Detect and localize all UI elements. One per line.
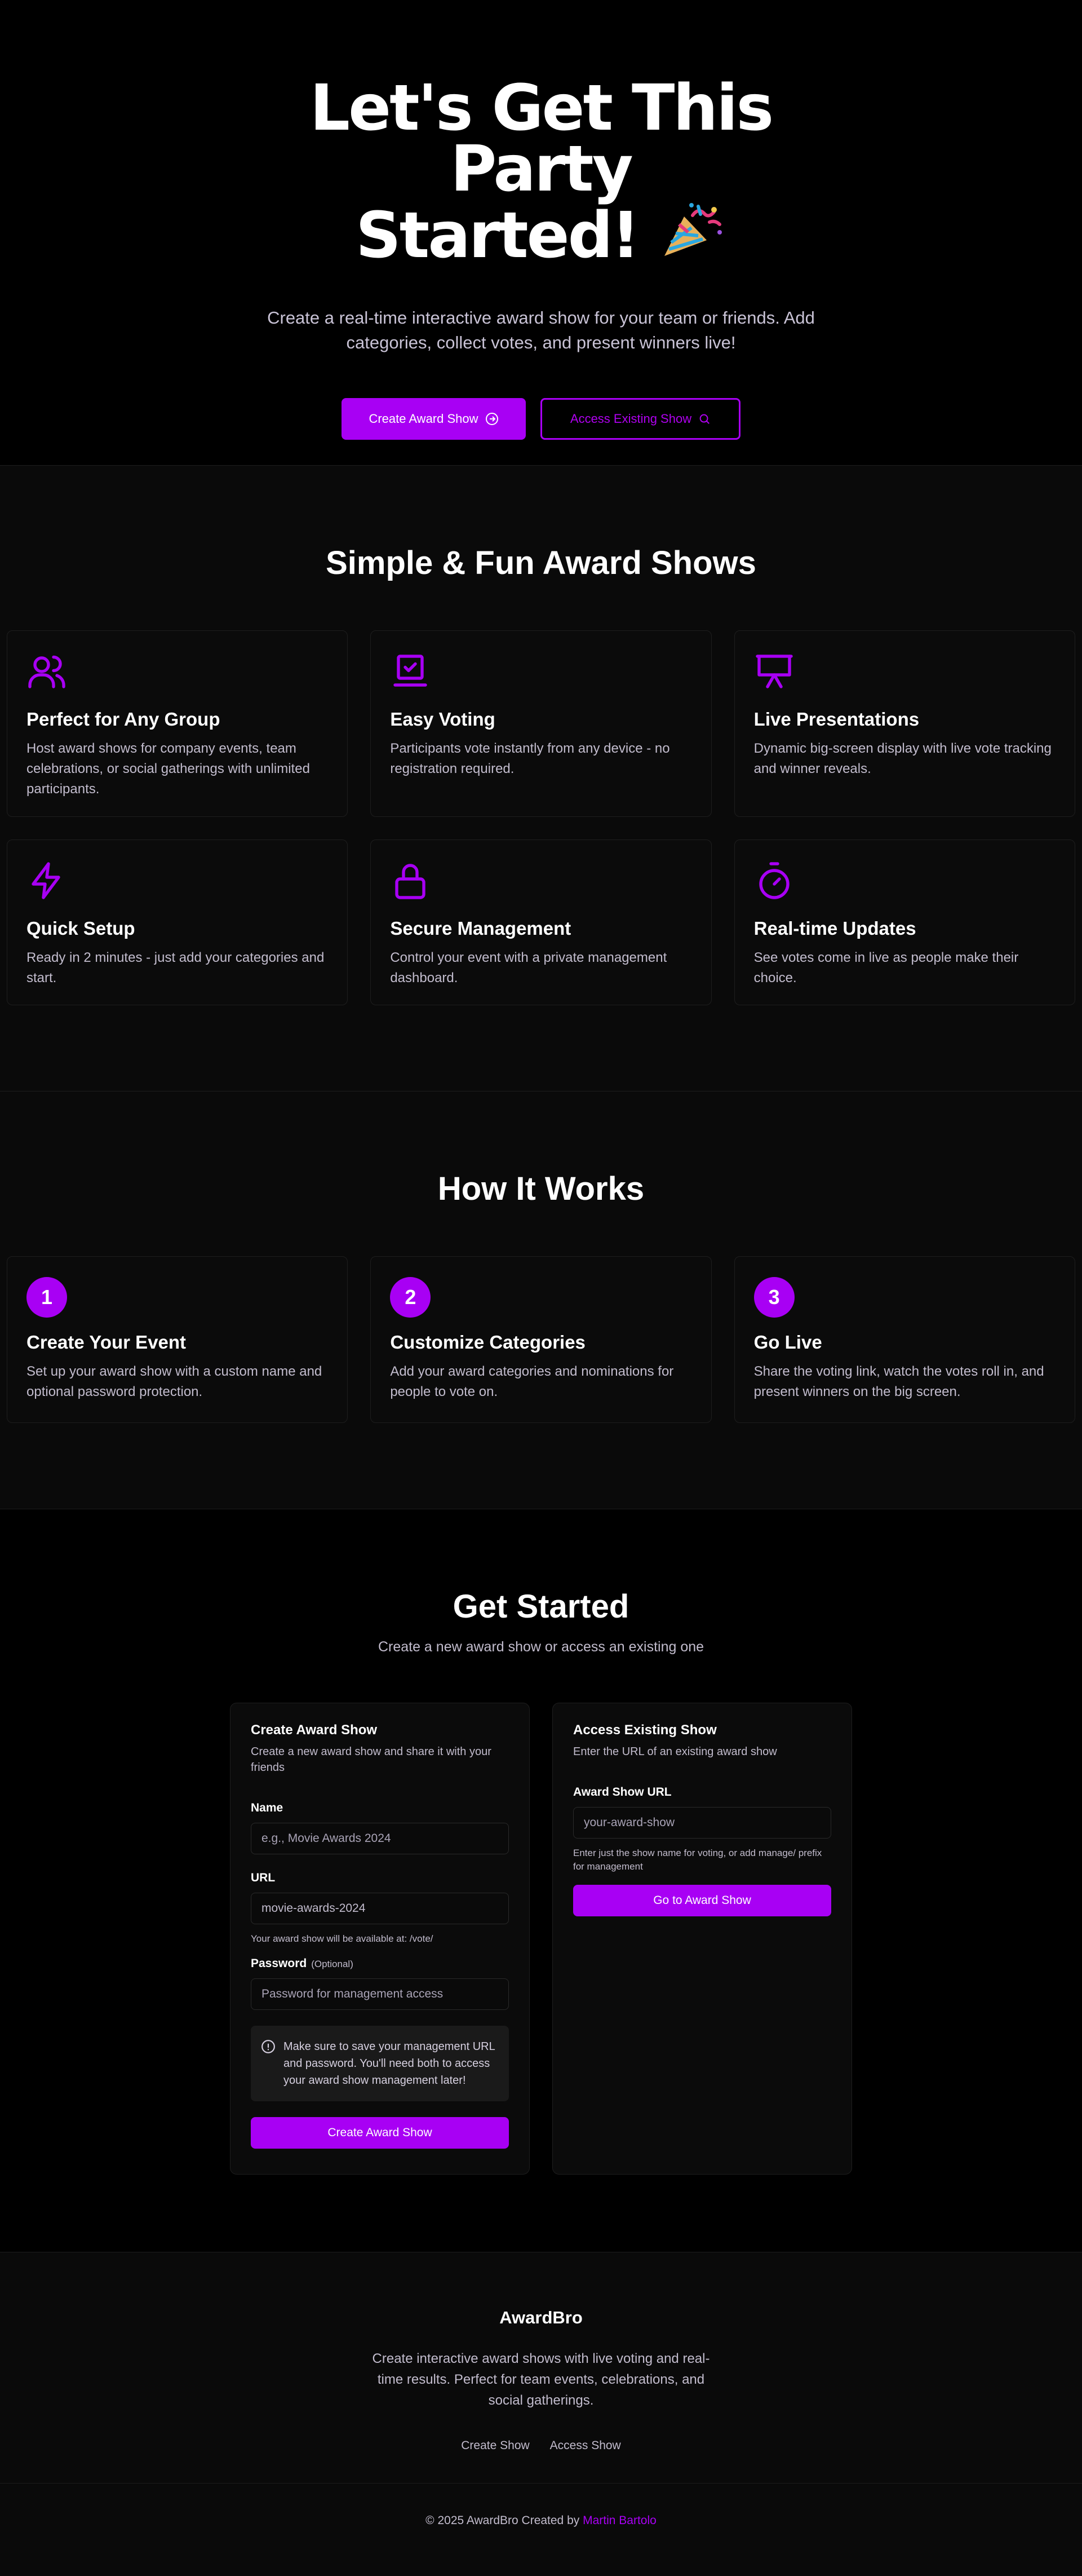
feature-text: Host award shows for company events, tea… — [26, 741, 310, 797]
step-number: 2 — [390, 1277, 431, 1318]
feature-text: Dynamic big-screen display with live vot… — [753, 741, 1052, 776]
step-card: 1 Create Your Event Set up your award sh… — [7, 1256, 348, 1423]
url-label: URL — [251, 1871, 509, 1885]
hero-section: Let's Get This Party Started! Create a r… — [0, 0, 1082, 465]
hero-subtitle: Create a real-time interactive award sho… — [267, 308, 815, 352]
step-text: Set up your award show with a custom nam… — [26, 1364, 322, 1399]
create-award-show-form: Create Award Show Create a new award sho… — [230, 1703, 530, 2175]
access-existing-show-form: Access Existing Show Enter the URL of an… — [552, 1703, 852, 2175]
feature-text: Control your event with a private manage… — [390, 950, 667, 986]
forms-container: Create Award Show Create a new award sho… — [0, 1703, 1082, 2175]
copyright-text: © 2025 AwardBro Created by — [425, 2514, 580, 2527]
feature-title: Perfect for Any Group — [26, 709, 220, 730]
password-label-text: Password — [251, 1957, 307, 1970]
get-started-lead: Create a new award show or access an exi… — [378, 1639, 704, 1655]
hero-title-line1: Let's Get This Party — [309, 72, 774, 206]
show-url-hint: Enter just the show name for voting, or … — [573, 1848, 822, 1872]
show-url-label: Award Show URL — [573, 1786, 831, 1799]
feature-text: See votes come in live as people make th… — [753, 950, 1019, 986]
step-title: Customize Categories — [390, 1332, 586, 1353]
hero-title-line2: Started! — [356, 199, 640, 272]
feature-card: Real-time Updates See votes come in live… — [734, 839, 1075, 1005]
party-popper-icon — [664, 203, 722, 256]
create-form-desc: Create a new award show and share it wit… — [251, 1746, 491, 1774]
footer-divider — [0, 2483, 1082, 2484]
show-url-label-text: Award Show URL — [573, 1786, 672, 1799]
save-info-alert: Make sure to save your management URL an… — [251, 2026, 509, 2101]
author-link[interactable]: Martin Bartolo — [583, 2514, 657, 2527]
how-title: How It Works — [437, 1170, 645, 1207]
footer-about: Create interactive award shows with live… — [372, 2351, 710, 2408]
show-url-input[interactable] — [573, 1807, 831, 1839]
feature-text: Ready in 2 minutes - just add your categ… — [26, 950, 325, 986]
url-input[interactable] — [251, 1893, 509, 1924]
name-input[interactable] — [251, 1823, 509, 1854]
feature-card: Live Presentations Dynamic big-screen di… — [734, 630, 1075, 817]
step-number: 3 — [753, 1277, 795, 1318]
save-info-text: Make sure to save your management URL an… — [283, 2040, 495, 2087]
timer-icon — [759, 862, 790, 899]
feature-title: Real-time Updates — [753, 918, 916, 939]
step-card: 3 Go Live Share the voting link, watch t… — [734, 1256, 1075, 1423]
feature-card: Perfect for Any Group Host award shows f… — [7, 630, 348, 817]
step-title: Go Live — [753, 1332, 822, 1353]
get-started-title: Get Started — [453, 1588, 629, 1625]
feature-card: Secure Management Control your event wit… — [370, 839, 712, 1005]
step-number: 1 — [26, 1277, 67, 1318]
hero-title: Let's Get This Party Started! — [231, 77, 851, 267]
feature-card: Easy Voting Participants vote instantly … — [370, 630, 712, 817]
presentation-icon — [755, 655, 793, 688]
steps-grid: 1 Create Your Event Set up your award sh… — [7, 1256, 1075, 1423]
hero-buttons: Create Award Show Access Existing Show — [0, 398, 1082, 440]
access-form-desc: Enter the URL of an existing award show — [573, 1746, 777, 1758]
name-label-text: Name — [251, 1801, 283, 1814]
features-section: Simple & Fun Award Shows Perfect for Any… — [0, 465, 1082, 1091]
footer-copyright: © 2025 AwardBro Created by Martin Bartol… — [0, 2514, 1082, 2528]
lock-icon — [395, 864, 426, 899]
how-it-works-section: How It Works 1 Create Your Event Set up … — [0, 1091, 1082, 1509]
footer-link-create-show[interactable]: Create Show — [461, 2439, 529, 2453]
footer-brand: AwardBro — [499, 2308, 583, 2327]
info-circle-icon — [261, 2040, 275, 2053]
access-existing-show-button[interactable]: Access Existing Show — [540, 398, 740, 440]
users-icon — [28, 655, 65, 688]
footer-link-access-show[interactable]: Access Show — [550, 2439, 621, 2453]
step-text: Add your award categories and nomination… — [390, 1364, 674, 1399]
footer: AwardBro Create interactive award shows … — [0, 2252, 1082, 2576]
feature-text: Participants vote instantly from any dev… — [390, 741, 670, 776]
search-icon — [699, 414, 710, 424]
step-text: Share the voting link, watch the votes r… — [753, 1364, 1044, 1399]
feature-title: Live Presentations — [753, 709, 920, 730]
create-award-show-label: Create Award Show — [369, 412, 478, 426]
password-optional-text: (Optional) — [311, 1959, 353, 1969]
features-row-1: Perfect for Any Group Host award shows f… — [7, 630, 1075, 817]
url-hint: Your award show will be available at: /v… — [251, 1933, 433, 1944]
create-form-heading: Create Award Show — [251, 1722, 378, 1738]
feature-title: Easy Voting — [390, 709, 495, 730]
url-label-text: URL — [251, 1871, 276, 1884]
create-award-show-button[interactable]: Create Award Show — [342, 398, 526, 440]
name-label: Name — [251, 1801, 509, 1815]
step-card: 2 Customize Categories Add your award ca… — [370, 1256, 712, 1423]
get-started-section: Get Started Create a new award show or a… — [0, 1509, 1082, 2252]
access-existing-show-label: Access Existing Show — [570, 412, 692, 426]
access-form-heading: Access Existing Show — [573, 1722, 717, 1738]
create-award-show-submit[interactable]: Create Award Show — [251, 2117, 509, 2149]
password-input[interactable] — [251, 1978, 509, 2010]
step-title: Create Your Event — [26, 1332, 187, 1353]
arrow-circle-right-icon — [485, 413, 498, 425]
feature-title: Quick Setup — [26, 918, 135, 939]
vote-laptop-icon — [393, 655, 428, 687]
feature-card: Quick Setup Ready in 2 minutes - just ad… — [7, 839, 348, 1005]
go-to-award-show-button[interactable]: Go to Award Show — [573, 1885, 831, 1916]
feature-title: Secure Management — [390, 918, 571, 939]
password-label: Password (Optional) — [251, 1957, 509, 1970]
features-title: Simple & Fun Award Shows — [326, 545, 756, 581]
zap-icon — [32, 862, 60, 899]
footer-links: Create Show Access Show — [0, 2439, 1082, 2453]
features-row-2: Quick Setup Ready in 2 minutes - just ad… — [7, 839, 1075, 1005]
